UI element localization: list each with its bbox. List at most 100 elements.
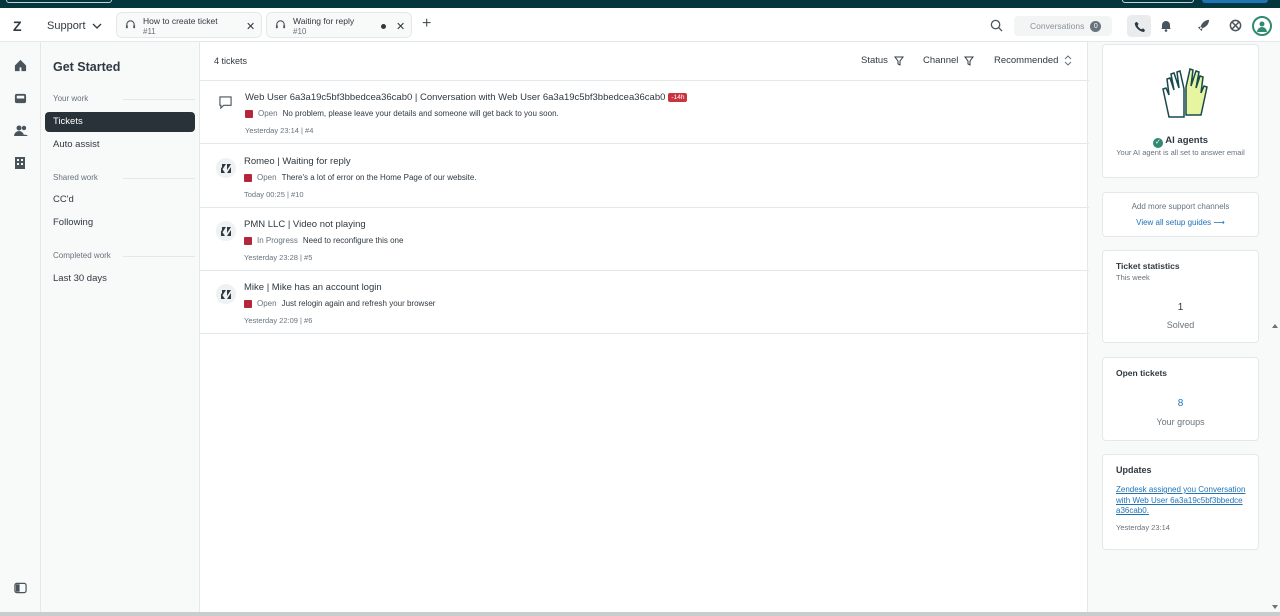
phone-icon bbox=[1134, 21, 1145, 32]
chevron-down-icon bbox=[92, 23, 101, 29]
sort-dropdown[interactable]: Recommended bbox=[994, 55, 1072, 66]
sidebar-item-auto-assist[interactable]: Auto assist bbox=[45, 135, 195, 155]
sla-badge: -14h bbox=[668, 93, 688, 102]
apps-icon[interactable] bbox=[1229, 19, 1242, 32]
ticket-status-row: Open Just relogin again and refresh your… bbox=[244, 299, 435, 308]
ticket-meta: Yesterday 23:14 | #4 bbox=[245, 126, 314, 135]
scroll-down-icon[interactable] bbox=[1272, 604, 1278, 610]
ticket-tab-11[interactable]: How to create ticket #11 ✕ bbox=[116, 12, 262, 38]
channel-filter-label: Channel bbox=[923, 55, 959, 66]
status-indicator bbox=[244, 173, 252, 182]
zendesk-icon bbox=[216, 221, 236, 241]
section-completed-work: Completed work bbox=[53, 251, 195, 260]
ticket-title-row: Web User 6a3a19c5bf3bbedcea36cab0 | Conv… bbox=[245, 92, 688, 103]
support-channels-title: Add more support channels bbox=[1131, 202, 1230, 211]
ticket-row[interactable]: Mike | Mike has an account login Open Ju… bbox=[200, 271, 1089, 334]
channel-filter[interactable]: Channel bbox=[923, 55, 975, 66]
ticket-status: In Progress bbox=[257, 236, 298, 245]
ticket-row[interactable]: Web User 6a3a19c5bf3bbedcea36cab0 | Conv… bbox=[200, 81, 1089, 144]
status-filter[interactable]: Status bbox=[861, 55, 904, 66]
headset-icon bbox=[125, 20, 136, 29]
ticket-tab-10[interactable]: Waiting for reply #10 ✕ bbox=[266, 12, 412, 38]
ticket-title[interactable]: Web User 6a3a19c5bf3bbedcea36cab0 | Conv… bbox=[245, 92, 665, 103]
setup-guides-link[interactable]: View all setup guides ⟶ bbox=[1103, 218, 1258, 227]
ticket-status-row: In Progress Need to reconfigure this one bbox=[244, 236, 403, 245]
ticket-snippet: Need to reconfigure this one bbox=[302, 236, 404, 245]
sort-label: Recommended bbox=[994, 55, 1059, 66]
user-avatar[interactable] bbox=[1252, 16, 1272, 36]
top-strip-button bbox=[1122, 0, 1194, 3]
open-tickets-count[interactable]: 8 bbox=[1103, 398, 1258, 409]
solved-count: 1 bbox=[1177, 302, 1184, 313]
tab-ticket-number: #10 bbox=[293, 27, 307, 36]
solved-label: Solved bbox=[1166, 320, 1195, 330]
ai-agents-title-row: ✓ AI agents bbox=[1103, 135, 1258, 148]
phone-button[interactable] bbox=[1127, 15, 1151, 37]
sidebar-item-following[interactable]: Following bbox=[45, 213, 195, 233]
ticket-meta: Yesterday 23:28 | #5 bbox=[244, 253, 313, 262]
section-shared-work: Shared work bbox=[53, 173, 195, 182]
tab-ticket-number: #11 bbox=[143, 27, 156, 36]
browser-top-strip bbox=[0, 0, 1280, 8]
product-switcher[interactable]: Support bbox=[47, 20, 102, 32]
ticket-status: Open bbox=[257, 299, 277, 308]
open-tickets-card: Open tickets 8 Your groups bbox=[1102, 357, 1259, 441]
user-icon bbox=[1257, 21, 1267, 32]
open-tickets-title: Open tickets bbox=[1116, 368, 1168, 378]
close-icon[interactable]: ✕ bbox=[246, 20, 255, 33]
close-icon[interactable]: ✕ bbox=[396, 20, 405, 33]
open-tickets-label: Your groups bbox=[1156, 417, 1205, 427]
sidebar-item-last-30-days[interactable]: Last 30 days bbox=[45, 269, 195, 289]
rocket-icon[interactable] bbox=[1197, 19, 1210, 32]
sort-icon bbox=[1065, 55, 1072, 66]
setup-guides-label: View all setup guides bbox=[1136, 218, 1212, 227]
building-icon[interactable] bbox=[14, 156, 26, 169]
ticket-statistics-title: Ticket statistics bbox=[1116, 261, 1180, 271]
views-sidebar: Get Started Your work Tickets Auto assis… bbox=[41, 42, 199, 612]
sidebar-item-tickets[interactable]: Tickets bbox=[45, 112, 195, 132]
zendesk-icon bbox=[216, 284, 236, 304]
product-name: Support bbox=[47, 20, 86, 32]
ticket-status: Open bbox=[257, 173, 277, 182]
raised-hands-icon bbox=[1162, 68, 1208, 118]
users-icon[interactable] bbox=[14, 124, 28, 137]
ai-agents-card[interactable]: ✓ AI agents Your AI agent is all set to … bbox=[1102, 44, 1259, 178]
bell-icon[interactable] bbox=[1160, 19, 1172, 32]
ticket-row[interactable]: Romeo | Waiting for reply Open There's a… bbox=[200, 145, 1089, 208]
headset-icon bbox=[275, 20, 286, 29]
top-bar: Z Support How to create ticket #11 ✕ Wai… bbox=[0, 8, 1280, 42]
ticket-snippet: No problem, please leave your details an… bbox=[282, 109, 559, 118]
ticket-title[interactable]: Mike | Mike has an account login bbox=[244, 282, 382, 293]
collapse-sidebar-icon[interactable] bbox=[14, 582, 27, 594]
home-icon[interactable] bbox=[14, 59, 27, 72]
updates-card: Updates Zendesk assigned you Conversatio… bbox=[1102, 454, 1259, 550]
scroll-up-icon[interactable] bbox=[1272, 46, 1278, 606]
support-channels-card: Add more support channels View all setup… bbox=[1102, 192, 1259, 237]
ticket-meta: Today 00:25 | #10 bbox=[244, 190, 304, 199]
status-indicator bbox=[244, 236, 252, 245]
inbox-icon[interactable] bbox=[14, 92, 27, 105]
update-time: Yesterday 23:14 bbox=[1116, 523, 1170, 532]
ticket-title[interactable]: PMN LLC | Video not playing bbox=[244, 219, 366, 230]
ticket-count: 4 tickets bbox=[214, 56, 248, 66]
ticket-row[interactable]: PMN LLC | Video not playing In Progress … bbox=[200, 208, 1089, 271]
search-icon[interactable] bbox=[990, 19, 1003, 32]
tab-title: How to create ticket bbox=[143, 16, 218, 26]
top-strip-button bbox=[1202, 0, 1268, 3]
left-rail bbox=[0, 42, 41, 612]
status-filter-label: Status bbox=[861, 55, 888, 66]
ticket-list-panel: 4 tickets Status Channel Recommended Web… bbox=[199, 42, 1089, 612]
unsaved-dot-icon bbox=[381, 24, 386, 29]
filter-icon bbox=[893, 56, 904, 66]
arrow-right-icon: ⟶ bbox=[1213, 218, 1225, 227]
check-circle-icon: ✓ bbox=[1152, 138, 1163, 148]
sidebar-item-ccd[interactable]: CC'd bbox=[45, 190, 195, 210]
status-indicator bbox=[244, 299, 252, 308]
tab-title: Waiting for reply bbox=[293, 16, 355, 26]
ticket-title[interactable]: Romeo | Waiting for reply bbox=[244, 156, 351, 167]
conversations-button[interactable]: Conversations 0 bbox=[1014, 16, 1112, 36]
zendesk-logo-icon[interactable]: Z bbox=[13, 18, 22, 34]
update-link[interactable]: Zendesk assigned you Conversation with W… bbox=[1116, 485, 1246, 517]
section-your-work: Your work bbox=[53, 94, 197, 103]
add-tab-button[interactable]: + bbox=[422, 15, 431, 33]
